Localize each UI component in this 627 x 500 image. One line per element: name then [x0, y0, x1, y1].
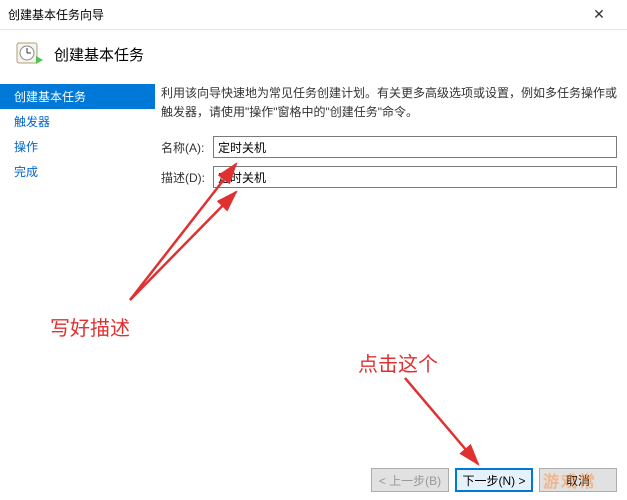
step-trigger[interactable]: 触发器	[0, 109, 155, 134]
desc-label: 描述(D):	[161, 169, 213, 186]
name-label: 名称(A):	[161, 139, 213, 156]
back-button: < 上一步(B)	[371, 468, 449, 492]
close-icon[interactable]: ✕	[579, 6, 619, 23]
content-area: 创建基本任务 触发器 操作 完成 利用该向导快速地为常见任务创建计划。有关更多高…	[0, 84, 627, 464]
footer-buttons: < 上一步(B) 下一步(N) > 取消	[371, 468, 617, 492]
window-title: 创建基本任务向导	[8, 6, 579, 23]
titlebar: 创建基本任务向导 ✕	[0, 0, 627, 30]
page-title: 创建基本任务	[54, 44, 144, 65]
desc-input[interactable]	[213, 166, 617, 188]
name-input[interactable]	[213, 136, 617, 158]
cancel-button[interactable]: 取消	[539, 468, 617, 492]
desc-row: 描述(D):	[161, 166, 617, 188]
clock-wizard-icon	[16, 40, 44, 68]
wizard-steps: 创建基本任务 触发器 操作 完成	[0, 84, 155, 464]
step-finish[interactable]: 完成	[0, 159, 155, 184]
step-action[interactable]: 操作	[0, 134, 155, 159]
main-panel: 利用该向导快速地为常见任务创建计划。有关更多高级选项或设置，例如多任务操作或触发…	[155, 84, 627, 464]
intro-text: 利用该向导快速地为常见任务创建计划。有关更多高级选项或设置，例如多任务操作或触发…	[161, 84, 617, 122]
wizard-header: 创建基本任务	[0, 30, 627, 84]
step-basic-task[interactable]: 创建基本任务	[0, 84, 155, 109]
next-button[interactable]: 下一步(N) >	[455, 468, 533, 492]
name-row: 名称(A):	[161, 136, 617, 158]
